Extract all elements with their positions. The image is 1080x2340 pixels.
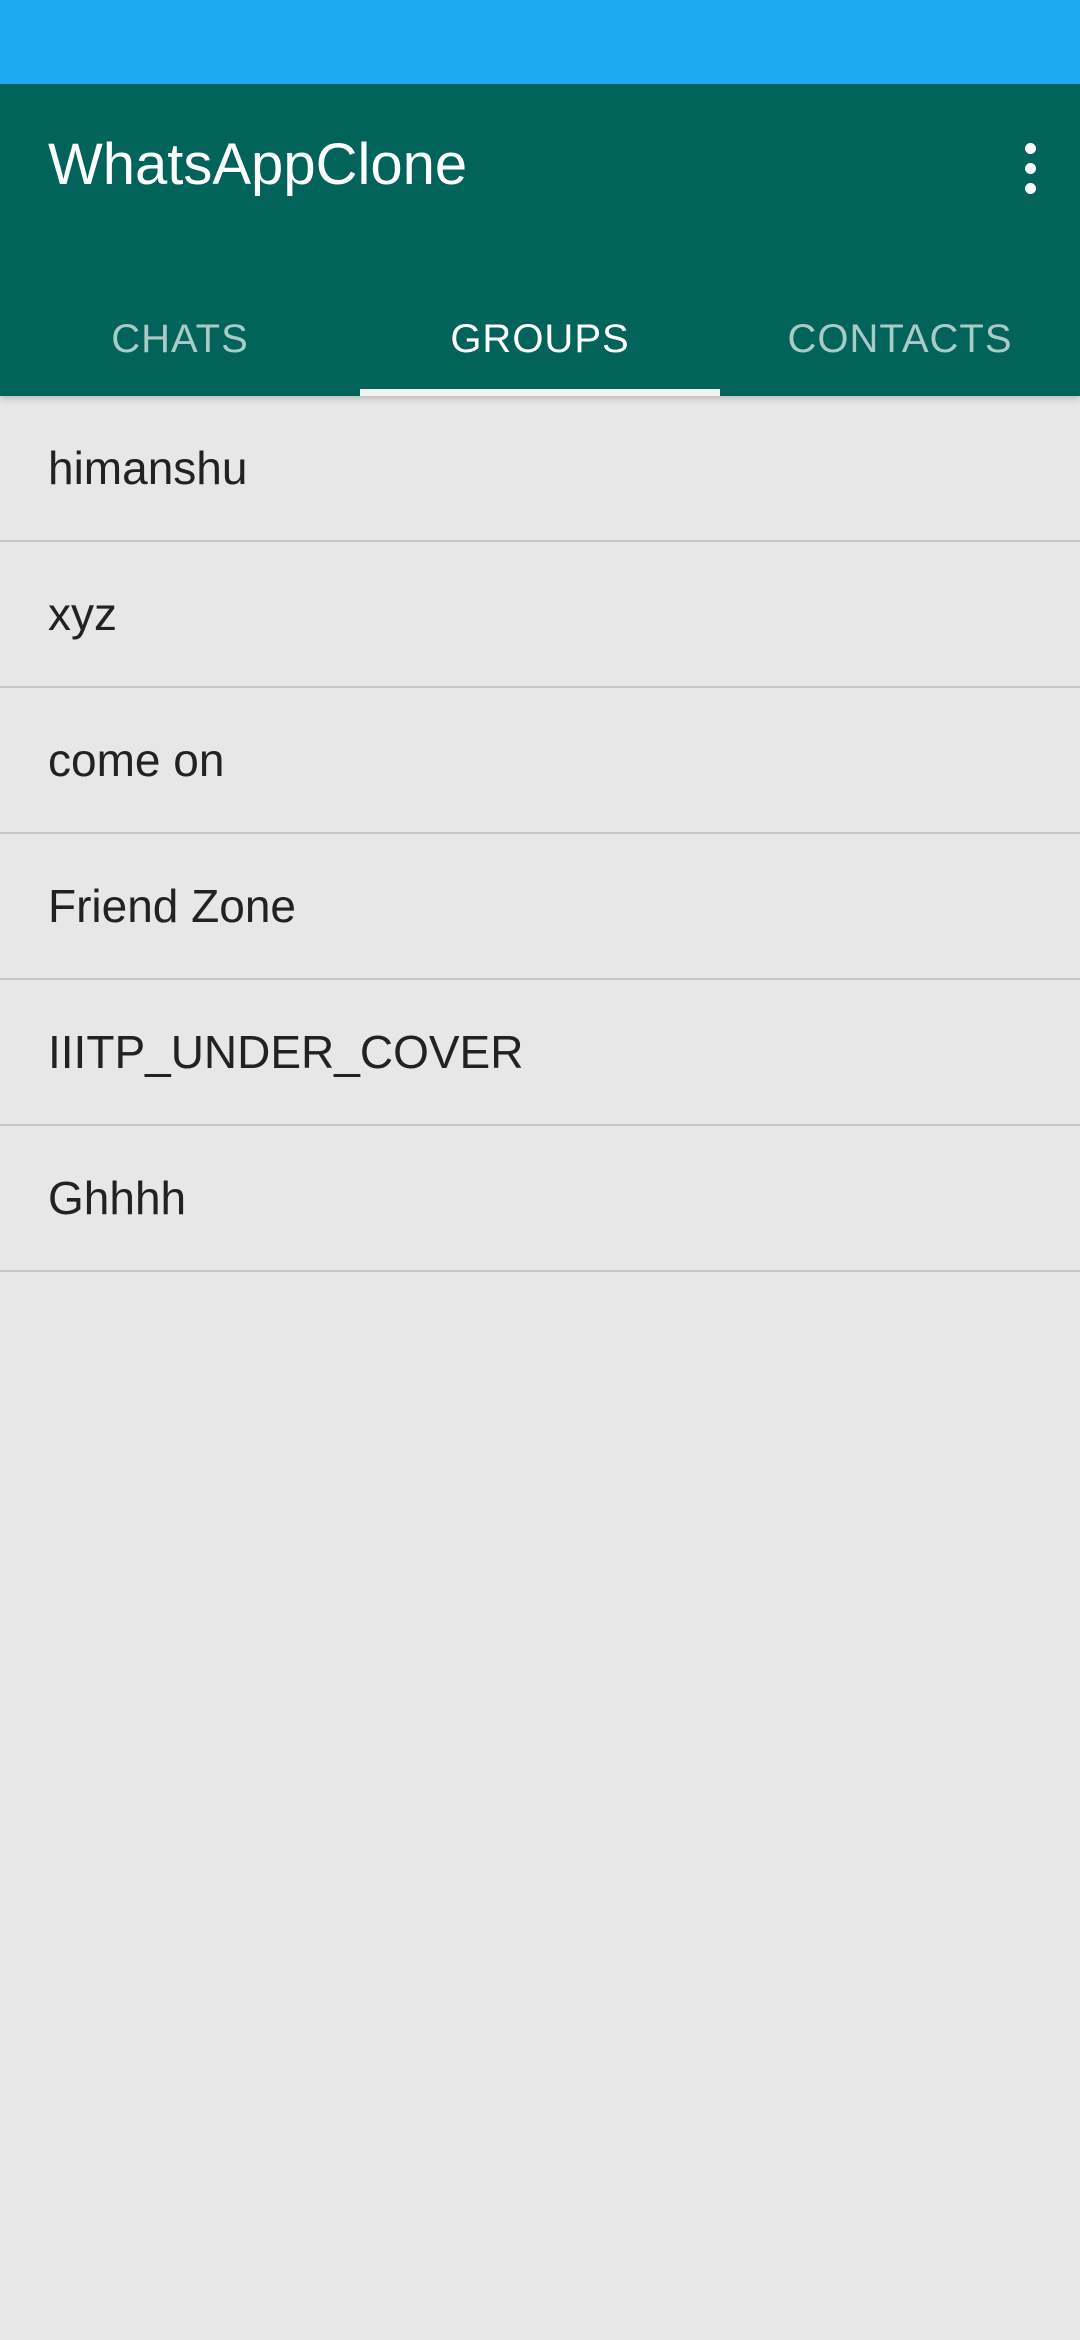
list-item[interactable]: himanshu (0, 396, 1080, 542)
more-options-button[interactable] (998, 126, 1062, 210)
more-vert-icon-dot (1024, 182, 1036, 194)
group-name: come on (48, 734, 225, 786)
tab-chats[interactable]: CHATS (0, 282, 360, 396)
list-item[interactable]: come on (0, 688, 1080, 834)
list-item[interactable]: IIITP_UNDER_COVER (0, 980, 1080, 1126)
app-bar: WhatsAppClone CHATS GROUPS CONTACTS (0, 84, 1080, 396)
tab-groups-label: GROUPS (450, 316, 630, 361)
tab-bar: CHATS GROUPS CONTACTS (0, 282, 1080, 396)
group-name: himanshu (48, 442, 248, 494)
group-name: xyz (48, 588, 117, 640)
list-item[interactable]: Friend Zone (0, 834, 1080, 980)
status-bar (0, 0, 1080, 84)
list-item[interactable]: xyz (0, 542, 1080, 688)
groups-list: himanshu xyz come on Friend Zone IIITP_U… (0, 396, 1080, 1272)
group-name: IIITP_UNDER_COVER (48, 1026, 524, 1078)
tab-chats-label: CHATS (111, 316, 249, 361)
tab-contacts[interactable]: CONTACTS (720, 282, 1080, 396)
list-item[interactable]: Ghhhh (0, 1126, 1080, 1272)
group-name: Friend Zone (48, 880, 297, 932)
tab-contacts-label: CONTACTS (787, 316, 1013, 361)
more-vert-icon (1024, 142, 1036, 154)
more-vert-icon-dot (1024, 162, 1036, 174)
app-title: WhatsAppClone (48, 132, 468, 197)
group-name: Ghhhh (48, 1172, 187, 1224)
tab-groups[interactable]: GROUPS (360, 282, 720, 396)
tab-indicator (360, 389, 720, 396)
